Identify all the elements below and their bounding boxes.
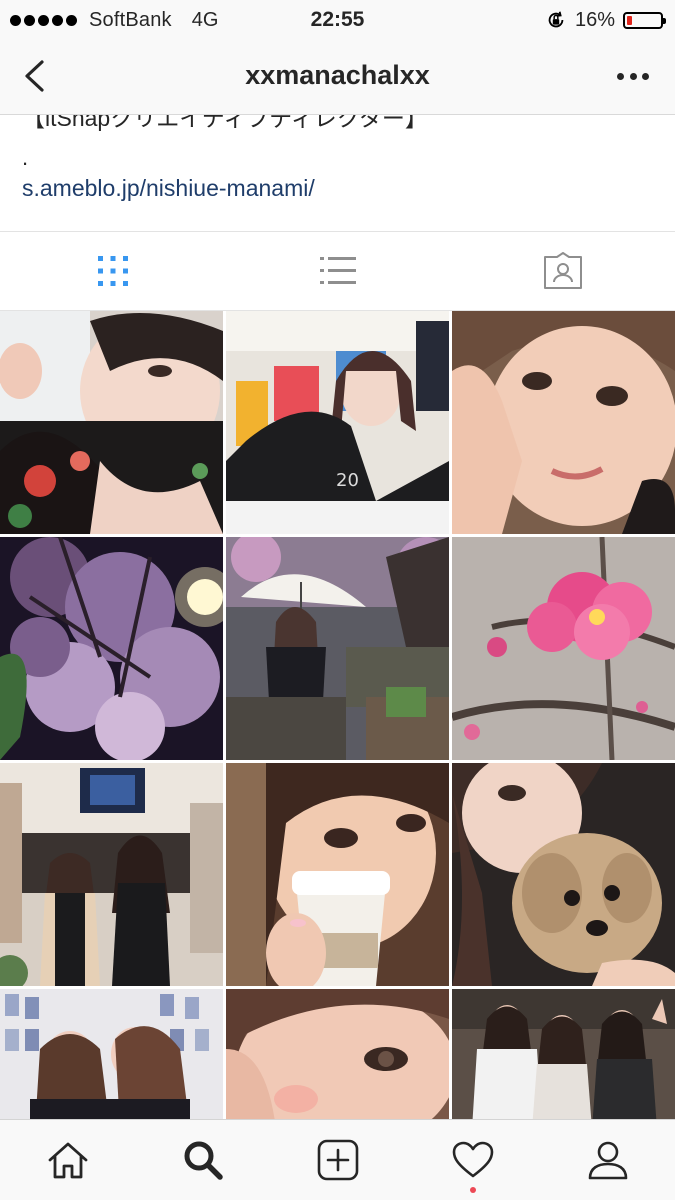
list-icon xyxy=(319,257,356,284)
tab-tagged-view[interactable] xyxy=(450,232,675,310)
photo-closeup-hand-on-cheek[interactable] xyxy=(452,311,675,534)
tab-activity[interactable] xyxy=(405,1120,540,1200)
plus-square-icon xyxy=(317,1139,358,1181)
photo-grid: 20 xyxy=(0,311,675,1119)
bio-line-dot: . xyxy=(22,145,29,170)
photo-selfie-gallery-paintings[interactable]: 20 xyxy=(226,311,449,534)
orientation-lock-icon xyxy=(548,11,564,28)
svg-text:20: 20 xyxy=(336,470,359,491)
tab-new-post[interactable] xyxy=(270,1120,405,1200)
battery-level-fill xyxy=(627,15,632,25)
battery-percent: 16% xyxy=(574,8,615,31)
home-icon xyxy=(48,1142,87,1179)
tab-home[interactable] xyxy=(0,1120,135,1200)
tagged-person-icon xyxy=(543,252,582,289)
photo-night-cherry-blossoms[interactable] xyxy=(0,537,223,760)
status-bar: SoftBank 4G 22:55 16% xyxy=(0,0,675,40)
profile-bio: 【itSnapクリエイティブディレクター】 . s.ameblo.jp/nish… xyxy=(0,115,675,230)
activity-notification-dot xyxy=(470,1187,476,1193)
profile-screen: SoftBank 4G 22:55 16% xxmanachalxx 【itSn… xyxy=(0,0,675,1200)
tab-search[interactable] xyxy=(135,1120,270,1200)
search-icon xyxy=(184,1141,223,1180)
bio-line-partial: 【itSnapクリエイティブディレクター】 xyxy=(22,115,428,131)
nav-header: xxmanachalxx xyxy=(0,40,675,115)
photo-cheek-kiss-photo-wall[interactable] xyxy=(0,989,223,1119)
profile-view-tabs xyxy=(0,231,675,311)
photo-selfie-floral-top[interactable] xyxy=(0,311,223,534)
tab-grid-view[interactable] xyxy=(0,232,225,310)
photo-drinking-coffee-cup[interactable] xyxy=(226,763,449,986)
profile-icon xyxy=(588,1141,627,1180)
photo-pink-plum-blossom[interactable] xyxy=(452,537,675,760)
tab-list-view[interactable] xyxy=(225,232,450,310)
profile-username: xxmanachalxx xyxy=(245,60,430,90)
photo-umbrella-under-blossoms[interactable] xyxy=(226,537,449,760)
grid-icon xyxy=(97,256,128,286)
more-options-icon[interactable] xyxy=(617,66,649,86)
heart-icon xyxy=(452,1141,493,1178)
photo-holding-puppy[interactable] xyxy=(452,763,675,986)
tab-profile[interactable] xyxy=(540,1120,675,1200)
battery-icon xyxy=(623,11,666,29)
photo-closeup-eye-portrait[interactable] xyxy=(226,989,449,1119)
bio-website-link[interactable]: s.ameblo.jp/nishiue-manami/ xyxy=(22,175,315,202)
photo-three-friends-cafe[interactable] xyxy=(452,989,675,1119)
bottom-tab-bar xyxy=(0,1119,675,1200)
status-right: 16% xyxy=(545,7,666,33)
photo-two-women-in-salon[interactable] xyxy=(0,763,223,986)
